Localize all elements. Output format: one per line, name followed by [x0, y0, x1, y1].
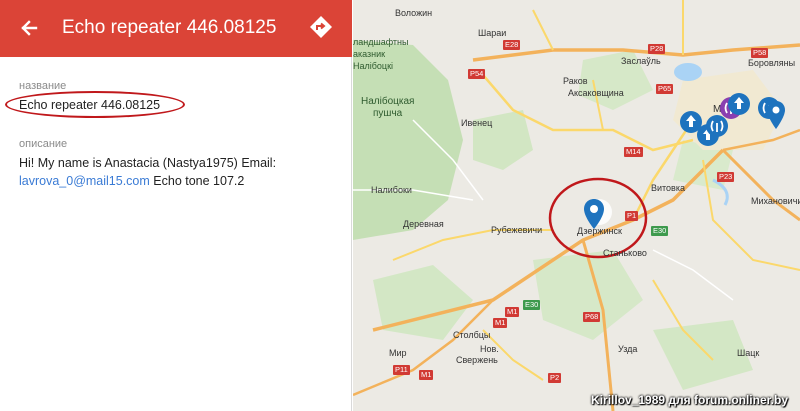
details-panel: Echo repeater 446.08125 название Echo re…	[0, 0, 352, 411]
road-shield: P54	[468, 69, 486, 79]
description-text: Hi! My name is Anastacia (Nastya1975) Em…	[19, 154, 339, 190]
map-background	[353, 0, 800, 411]
place-label: Деревная	[403, 219, 444, 229]
place-label: Рубежевичи	[491, 225, 543, 235]
road-shield: P2	[548, 373, 562, 383]
location-pin-icon[interactable]	[766, 100, 786, 130]
place-label: Столбцы	[453, 330, 491, 340]
place-label: Михановичи	[751, 196, 800, 206]
email-link[interactable]: lavrova_0@mail15.com	[19, 174, 150, 188]
name-value: Echo repeater 446.08125	[19, 98, 161, 112]
road-shield: P65	[656, 84, 674, 94]
directions-icon	[310, 16, 332, 38]
place-label: пушча	[373, 108, 403, 119]
repeater-marker[interactable]	[727, 92, 751, 116]
place-label: Шацк	[737, 348, 760, 358]
place-label: ландшафтны	[353, 37, 409, 47]
page-title: Echo repeater 446.08125	[62, 17, 277, 38]
watermark: Kirillov_1989 для forum.onliner.by	[591, 393, 788, 407]
place-label: Свержень	[456, 355, 498, 365]
map-view[interactable]: Воложин Шараи ландшафтны аказник Налібоц…	[353, 0, 800, 411]
road-shield: P68	[583, 312, 601, 322]
arrow-back-icon	[21, 20, 38, 36]
description-tone: Echo tone 107.2	[149, 174, 245, 188]
directions-button[interactable]	[306, 12, 336, 42]
road-shield: M1	[505, 307, 520, 317]
place-label: Раков	[563, 76, 588, 86]
place-label: Мир	[389, 348, 407, 358]
place-label: Шараи	[478, 28, 507, 38]
app-root: Echo repeater 446.08125 название Echo re…	[0, 0, 800, 411]
road-shield: M14	[624, 147, 643, 157]
road-shield: M1	[419, 370, 434, 380]
place-label: Заслаўль	[621, 56, 661, 66]
place-label: Боровляны	[748, 58, 796, 68]
place-label: Налібоцкі	[353, 61, 394, 71]
road-shield: E28	[503, 40, 521, 50]
description-label: описание	[19, 138, 68, 150]
selected-location-pin-icon[interactable]	[583, 198, 605, 230]
panel-header: Echo repeater 446.08125	[0, 0, 352, 57]
road-shield: M1	[493, 318, 508, 328]
road-shield: E30	[651, 226, 669, 236]
road-shield: P58	[751, 48, 769, 58]
road-shield: E30	[523, 300, 541, 310]
place-label: Налібоцкая	[361, 96, 415, 107]
place-label: Станьково	[603, 248, 647, 258]
description-line: Hi! My name is Anastacia (Nastya1975) Em…	[19, 156, 277, 170]
place-label: аказник	[353, 49, 386, 59]
place-label: Узда	[618, 344, 638, 354]
road-shield: P1	[625, 211, 639, 221]
place-label: Воложин	[395, 8, 433, 18]
place-label: Нов.	[480, 344, 499, 354]
place-label: Ивенец	[461, 118, 493, 128]
road-shield: P23	[717, 172, 735, 182]
place-label: Аксаковщина	[568, 88, 624, 98]
name-label: название	[19, 80, 67, 92]
back-button[interactable]	[14, 14, 44, 42]
place-label: Налибоки	[371, 185, 412, 195]
place-label: Витовка	[651, 183, 685, 193]
road-shield: P11	[393, 365, 410, 375]
road-shield: P28	[648, 44, 666, 54]
